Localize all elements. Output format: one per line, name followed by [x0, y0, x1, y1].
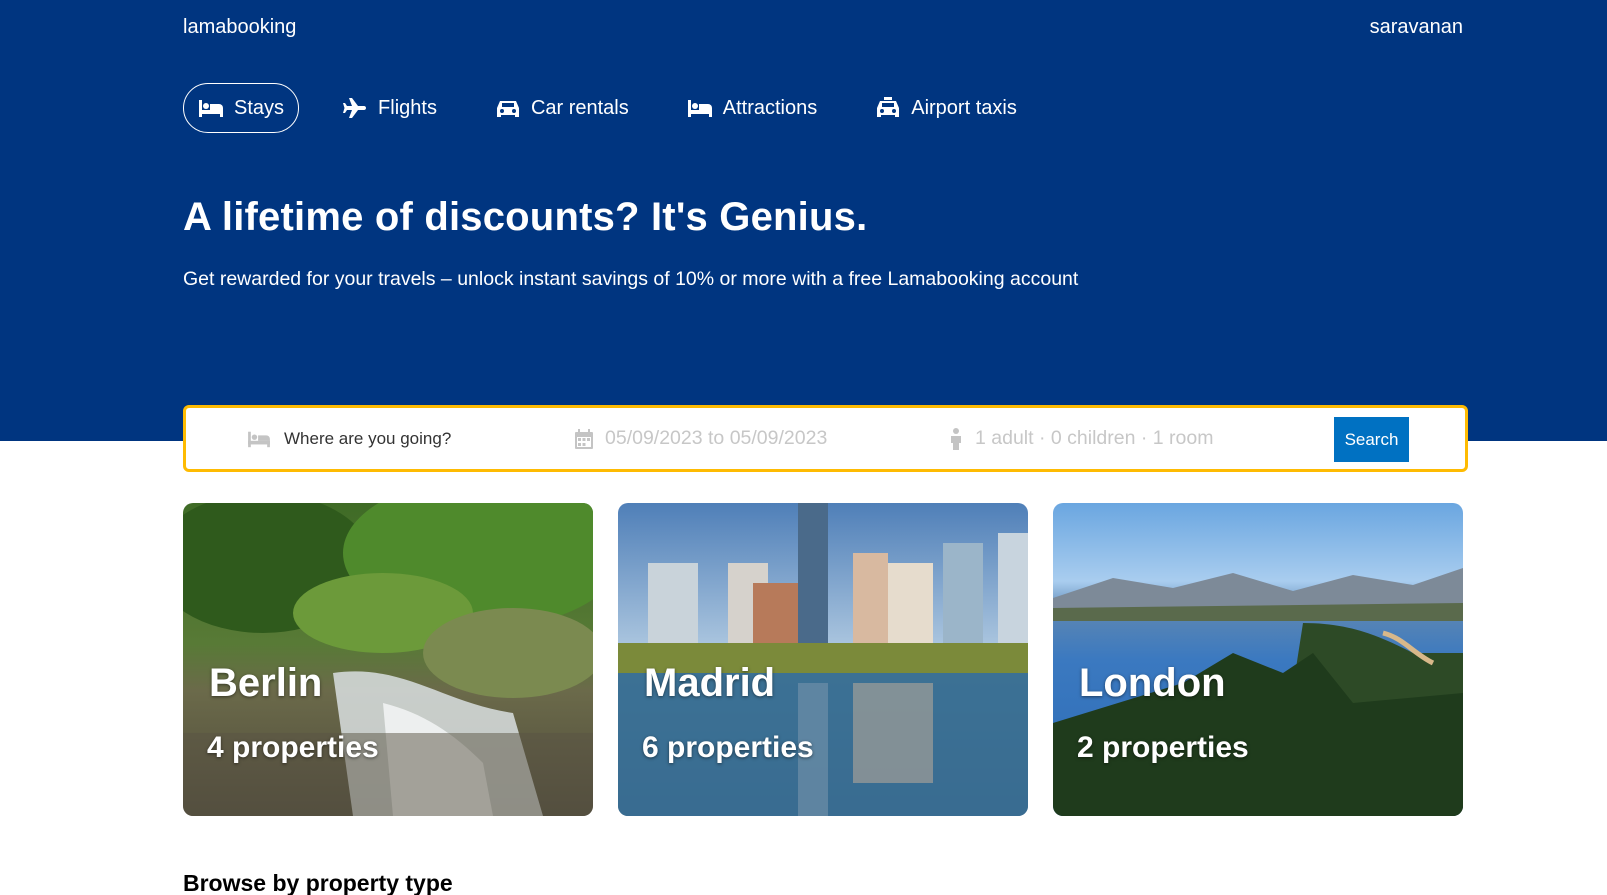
tab-airport-taxis[interactable]: Airport taxis [860, 83, 1032, 133]
tab-label: Stays [234, 96, 285, 119]
tab-label: Attractions [722, 96, 818, 119]
date-range-field[interactable]: 05/09/2023 to 05/09/2023 [575, 408, 827, 469]
property-count: 6 properties [642, 731, 814, 764]
top-bar: lamabooking saravanan [183, 14, 1463, 40]
city-name: Berlin [209, 661, 323, 705]
date-range-text: 05/09/2023 to 05/09/2023 [605, 427, 828, 449]
nav-tabs: Stays Flights Car rentals Attractions Ai… [183, 83, 1032, 133]
city-card-berlin[interactable]: Berlin 4 properties [183, 503, 593, 816]
user-name[interactable]: saravanan [1370, 16, 1463, 39]
property-type-heading: Browse by property type [183, 870, 453, 895]
london-lake-image [1053, 503, 1463, 816]
bed-icon [687, 100, 712, 117]
tab-attractions[interactable]: Attractions [672, 83, 832, 133]
car-icon [496, 101, 519, 117]
madrid-skyline-image [618, 503, 1028, 816]
city-name: London [1079, 661, 1226, 705]
featured-cities: Berlin 4 properties Madrid 6 properties … [183, 503, 1463, 816]
property-count: 2 properties [1077, 731, 1249, 764]
hero-banner: lamabooking saravanan Stays Flights Car … [0, 0, 1607, 441]
tab-label: Car rentals [530, 96, 629, 119]
logo[interactable]: lamabooking [183, 16, 296, 39]
tab-label: Airport taxis [911, 96, 1017, 119]
search-bar: 05/09/2023 to 05/09/2023 1 adult · 0 chi… [183, 405, 1468, 472]
guests-field[interactable]: 1 adult · 0 children · 1 room [949, 408, 1213, 469]
taxi-icon [877, 97, 900, 117]
person-icon [951, 427, 961, 450]
bed-icon [248, 431, 270, 447]
city-card-london[interactable]: London 2 properties [1053, 503, 1463, 816]
hero-title: A lifetime of discounts? It's Genius. [183, 195, 868, 239]
destination-input[interactable] [284, 428, 504, 449]
property-count: 4 properties [207, 731, 379, 764]
search-button[interactable]: Search [1334, 417, 1409, 462]
berlin-waterfall-image [183, 503, 593, 816]
tab-flights[interactable]: Flights [327, 83, 452, 133]
guests-text: 1 adult · 0 children · 1 room [975, 427, 1214, 449]
hero-subtitle: Get rewarded for your travels – unlock i… [183, 268, 1079, 290]
city-card-madrid[interactable]: Madrid 6 properties [618, 503, 1028, 816]
city-name: Madrid [644, 661, 776, 705]
tab-label: Flights [378, 96, 437, 119]
destination-field[interactable] [246, 408, 504, 469]
calendar-icon [575, 428, 593, 449]
bed-icon [199, 100, 223, 117]
tab-car-rentals[interactable]: Car rentals [480, 83, 644, 133]
plane-icon [343, 98, 367, 118]
tab-stays[interactable]: Stays [183, 83, 300, 133]
